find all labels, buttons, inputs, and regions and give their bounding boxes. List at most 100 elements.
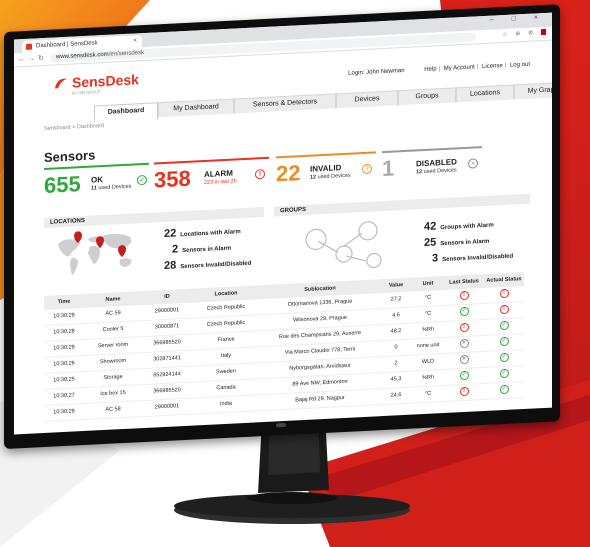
invalid-question-icon: ? [362, 163, 372, 175]
cell-time: 10:30:26 [53, 360, 75, 368]
invalid-sub: 12 used Devices [310, 172, 351, 181]
nav-arrows-icon[interactable]: ←→↻ [18, 54, 47, 63]
grp-stat-2: 25 Sensors in Alarm [424, 236, 490, 249]
cell-last-status: ! [446, 384, 482, 400]
alarm-status-icon: ! [499, 304, 509, 315]
extensions-icons[interactable]: ☆ ⊕ ⚙ [502, 29, 546, 38]
url-host: www.sensdesk.com [56, 51, 109, 61]
cell-value: 0 [394, 344, 398, 351]
tab-my-dashboard[interactable]: My Dashboard [158, 98, 234, 118]
cell-actual-status: ! [484, 302, 524, 318]
invalid-label: INVALID [310, 163, 342, 174]
browser-tab-title: Dashboard | SensDesk [36, 40, 98, 50]
logout-link[interactable]: Log out [510, 62, 530, 69]
alarm-label: ALARM [204, 168, 233, 179]
cell-location: Czech Republic [206, 319, 246, 328]
cell-actual-status: ! [484, 286, 524, 302]
cell-actual-status: ✓ [484, 366, 524, 382]
ok-status-icon: ✓ [459, 306, 469, 317]
help-link[interactable]: Help [424, 66, 436, 73]
cell-id: 652924144 [153, 371, 181, 379]
cell-id: 29000001 [154, 403, 180, 411]
alarm-sub: 223 in last 2h [204, 178, 237, 186]
cell-unit: °C [424, 310, 432, 317]
ok-count: 655 [44, 171, 81, 198]
groups-network-icon [305, 221, 382, 269]
window-controls[interactable]: – □ × [490, 14, 546, 24]
ok-status-icon: ✓ [499, 352, 509, 363]
invalid-count: 22 [276, 160, 301, 187]
cell-unit: none unit [416, 342, 440, 350]
cell-actual-status: ✓ [484, 382, 524, 398]
alarm-exclamation-icon: ! [255, 168, 265, 180]
cell-last-status: ✓ [446, 368, 482, 384]
cell-time: 10:30:29 [53, 408, 75, 416]
monitor: Dashboard | SensDesk × – □ × ←→↻ www.sen… [4, 4, 560, 449]
cell-actual-status: ✓ [484, 334, 524, 350]
cell-unit: °C [424, 390, 432, 397]
cell-last-status: ! [446, 288, 482, 304]
license-link[interactable]: License [482, 63, 503, 70]
cell-name: AC 59 [105, 310, 121, 317]
stat-disabled[interactable]: 1 DISABLED 12 used Devices × [382, 146, 482, 187]
cell-name: Cooler 5 [102, 326, 124, 334]
cell-time: 10:30:25 [53, 376, 75, 384]
disabled-status-icon: × [459, 354, 469, 365]
extension-red-icon[interactable] [541, 29, 546, 36]
cell-value: 48.2 [390, 328, 402, 335]
cell-id: 366985520 [153, 387, 181, 395]
cell-last-status: × [446, 352, 482, 368]
my-account-link[interactable]: My Account [444, 64, 475, 72]
stat-alarm[interactable]: 358 ALARM 223 in last 2h ! [154, 156, 269, 199]
cell-name: Ice box 15 [100, 389, 126, 398]
cell-name: Server room [97, 341, 129, 350]
loc-stat-2: 2 Sensors in Alarm [172, 243, 232, 256]
screen: Dashboard | SensDesk × – □ × ←→↻ www.sen… [14, 12, 552, 435]
cell-name: AC 58 [105, 406, 121, 413]
alarm-status-icon: ! [459, 322, 469, 333]
tab-devices[interactable]: Devices [336, 90, 398, 109]
cell-location: India [220, 400, 232, 408]
cell-id: 302871441 [153, 355, 181, 363]
cell-last-status: ! [446, 320, 482, 336]
tab-dashboard[interactable]: Dashboard [94, 102, 158, 123]
cell-value: 24.6 [390, 392, 402, 399]
cell-actual-status: ✓ [484, 350, 524, 366]
ok-status-icon: ✓ [499, 368, 509, 379]
cell-time: 10:30:29 [53, 344, 75, 352]
cell-unit: °C [424, 294, 432, 301]
cell-value: 2 [394, 360, 398, 367]
stat-ok[interactable]: 655 OK 11 used Devices ✓ [44, 162, 149, 204]
close-tab-icon[interactable]: × [133, 35, 137, 47]
groups-header: GROUPS [274, 193, 530, 217]
tab-locations[interactable]: Locations [456, 84, 514, 103]
cell-location: France [217, 336, 235, 344]
cell-unit: %Rh [422, 374, 434, 382]
brand-tagline: BY HW GROUP [72, 89, 101, 96]
alarm-status-icon: ! [499, 288, 509, 299]
cell-value: 27.2 [390, 296, 402, 303]
cell-id: 366985520 [153, 339, 181, 347]
favicon-icon [26, 43, 32, 50]
ok-status-icon: ✓ [459, 370, 469, 381]
cell-location: Czech Republic [206, 303, 246, 312]
ok-status-icon: ✓ [499, 320, 509, 331]
col-value[interactable]: Value [382, 278, 410, 293]
user-links: Login: John Newman Help | My Account | Lic… [348, 61, 530, 77]
sensors-title: Sensors [44, 147, 96, 165]
ok-sub: 11 used Devices [91, 183, 132, 192]
grp-stat-3: 3 Sensors Invalid/Disabled [432, 252, 514, 265]
cell-time: 10:30:28 [53, 328, 75, 336]
sensor-table: Time Name ID Location Sublocation Value … [44, 272, 524, 422]
cell-last-status: ✓ [446, 304, 482, 320]
breadcrumb[interactable]: Sensboard > Dashboard [44, 123, 104, 132]
cell-location: Canada [216, 384, 236, 392]
cell-last-status: × [446, 336, 482, 352]
disabled-sub: 12 used Devices [416, 167, 457, 176]
tab-my-graph[interactable]: My Graph [514, 81, 552, 100]
grp-stat-1: 42 Groups with Alarm [424, 220, 494, 233]
stat-invalid[interactable]: 22 INVALID 12 used Devices ? [276, 151, 376, 192]
cell-location: Sweden [216, 368, 236, 376]
cell-actual-status: ✓ [484, 318, 524, 334]
tab-groups[interactable]: Groups [398, 87, 456, 106]
